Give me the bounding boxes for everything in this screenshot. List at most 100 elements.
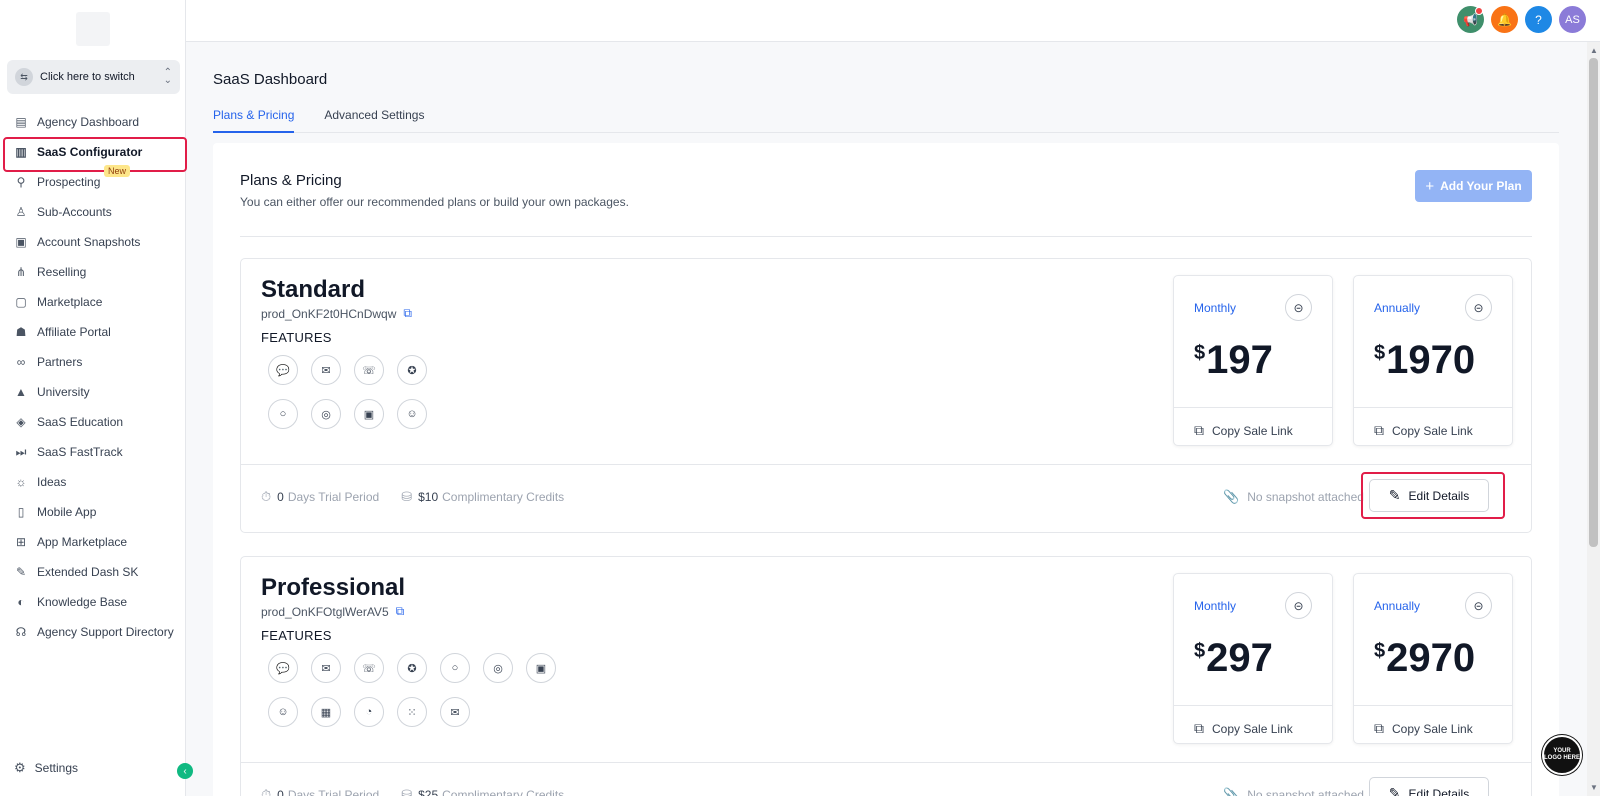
user-icon: ♙ <box>15 205 27 219</box>
sidebar-item-partners[interactable]: ∞ Partners <box>0 347 186 377</box>
lightbulb-icon: ☼ <box>15 475 27 489</box>
widget-logo-text: YOUR LOGO HERE <box>1544 748 1581 761</box>
credits-value: $10 <box>418 490 439 504</box>
mail-icon[interactable]: ✉ <box>440 697 470 727</box>
sidebar-item-mobile-app[interactable]: ▯ Mobile App <box>0 497 186 527</box>
screen-chat-icon[interactable]: ▣ <box>526 653 556 683</box>
sidebar-item-label: Agency Dashboard <box>37 115 140 129</box>
link-icon[interactable]: ⊝ <box>1285 294 1312 321</box>
sidebar-item-ideas[interactable]: ☼ Ideas <box>0 467 186 497</box>
scroll-thumb[interactable] <box>1589 58 1598 547</box>
copy-sale-link-button[interactable]: ⧉ Copy Sale Link <box>1374 720 1473 737</box>
snapshot-status: 📎 No snapshot attached <box>1223 787 1364 796</box>
sidebar-item-label: Marketplace <box>37 295 103 309</box>
sidebar-item-university[interactable]: ▲ University <box>0 377 186 407</box>
notifications-button[interactable]: 🔔 <box>1491 6 1518 33</box>
phone-chat-icon[interactable]: ☏ <box>354 653 384 683</box>
agency-logo[interactable] <box>76 12 110 46</box>
review-icon[interactable]: ☺ <box>397 399 427 429</box>
sidebar-item-account-snapshots[interactable]: ▣ Account Snapshots <box>0 227 186 257</box>
link-icon[interactable]: ⊝ <box>1465 294 1492 321</box>
scroll-down-icon[interactable]: ▼ <box>1590 783 1598 792</box>
currency: $ <box>1194 640 1206 662</box>
message-icon[interactable]: ✉ <box>311 653 341 683</box>
copy-icon: ⧉ <box>1374 720 1384 736</box>
sidebar-item-agency-dashboard[interactable]: ▤ Agency Dashboard <box>0 107 186 137</box>
sidebar-item-saas-education[interactable]: ◈ SaaS Education <box>0 407 186 437</box>
sidebar-item-saas-configurator[interactable]: ▥ SaaS Configurator <box>0 137 187 172</box>
sidebar-item-sub-accounts[interactable]: ♙ Sub-Accounts <box>0 197 186 227</box>
sidebar-item-extended-dash-sk[interactable]: ✎ Extended Dash SK <box>0 557 186 587</box>
scrollbar[interactable]: ▲ ▼ <box>1587 42 1600 796</box>
switcher-label: Click here to switch <box>40 71 135 83</box>
sidebar-item-affiliate-portal[interactable]: ☗ Affiliate Portal <box>0 317 186 347</box>
trial-label: Days Trial Period <box>287 490 380 504</box>
copy-sale-link-button[interactable]: ⧉ Copy Sale Link <box>1374 422 1473 439</box>
target-icon[interactable]: ◎ <box>311 399 341 429</box>
announcements-button[interactable]: 📢 <box>1457 6 1484 33</box>
switch-icon: ⇆ <box>15 68 33 86</box>
comment-icon[interactable]: ○ <box>268 399 298 429</box>
add-plan-button[interactable]: + Add Your Plan <box>1415 170 1532 202</box>
comment-icon[interactable]: ○ <box>440 653 470 683</box>
copy-sale-link-button[interactable]: ⧉ Copy Sale Link <box>1194 720 1293 737</box>
screen-chat-icon[interactable]: ▣ <box>354 399 384 429</box>
help-icon: ? <box>1535 12 1542 27</box>
avatar[interactable]: AS <box>1559 6 1586 33</box>
chevron-left-icon: ‹ <box>183 765 187 777</box>
sidebar-item-label: Account Snapshots <box>37 235 141 249</box>
sidebar-item-label: Reselling <box>37 265 87 279</box>
sidebar-nav: ▤ Agency Dashboard ▥ SaaS Configurator ⚲ Pr… <box>0 107 187 647</box>
help-button[interactable]: ? <box>1525 6 1552 33</box>
review-icon[interactable]: ☺ <box>268 697 298 727</box>
chat-widget-button[interactable]: YOUR LOGO HERE <box>1542 735 1582 775</box>
top-bar: 📢 🔔 ? AS <box>186 0 1600 42</box>
copy-sale-link-button[interactable]: ⧉ Copy Sale Link <box>1194 422 1293 439</box>
add-plan-label: Add Your Plan <box>1440 179 1522 193</box>
price-value: 197 <box>1206 338 1273 382</box>
currency: $ <box>1194 342 1206 364</box>
tab-advanced-settings[interactable]: Advanced Settings <box>324 106 424 133</box>
sidebar-item-label: App Marketplace <box>37 535 128 549</box>
plus-icon: + <box>1425 177 1435 195</box>
price: $1970 <box>1374 338 1475 383</box>
calendar-icon[interactable]: ▦ <box>311 697 341 727</box>
chat-icon[interactable]: 💬 <box>268 653 298 683</box>
copy-icon[interactable]: ⧉ <box>403 306 412 321</box>
account-switcher[interactable]: ⇆ Click here to switch ⌃ ⌄ <box>7 60 180 94</box>
award-icon[interactable]: ✪ <box>397 355 427 385</box>
currency: $ <box>1374 640 1386 662</box>
link-icon[interactable]: ⊝ <box>1285 592 1312 619</box>
sidebar-item-agency-support-directory[interactable]: ☊ Agency Support Directory <box>0 617 186 647</box>
edit-details-button[interactable]: ✎ Edit Details <box>1369 479 1489 512</box>
sidebar-item-prospecting[interactable]: ⚲ Prospecting New <box>0 165 186 197</box>
pie-chart-icon[interactable]: ◔ <box>354 697 384 727</box>
tab-plans-pricing[interactable]: Plans & Pricing <box>213 106 295 133</box>
sidebar-item-reselling[interactable]: ⋔ Reselling <box>0 257 186 287</box>
scroll-up-icon[interactable]: ▲ <box>1590 46 1598 55</box>
price-value: 2970 <box>1386 636 1476 680</box>
chevron-updown-icon: ⌃ ⌄ <box>163 67 172 86</box>
sidebar-item-knowledge-base[interactable]: ◐ Knowledge Base <box>0 587 186 617</box>
sidebar-item-app-marketplace[interactable]: ⊞ App Marketplace <box>0 527 186 557</box>
sidebar-item-saas-fasttrack[interactable]: ⏭ SaaS FastTrack <box>0 437 186 467</box>
plans-panel: Plans & Pricing You can either offer our… <box>213 143 1559 796</box>
sidebar-item-label: SaaS Configurator <box>37 145 143 159</box>
copy-icon[interactable]: ⧉ <box>396 604 405 619</box>
grid-icon: ⊞ <box>15 535 27 549</box>
collapse-sidebar-button[interactable]: ‹ <box>177 763 193 779</box>
workflow-icon[interactable]: ⁙ <box>397 697 427 727</box>
message-icon[interactable]: ✉ <box>311 355 341 385</box>
divider <box>1174 705 1332 706</box>
target-icon[interactable]: ◎ <box>483 653 513 683</box>
edit-details-button[interactable]: ✎ Edit Details <box>1369 777 1489 796</box>
link-icon[interactable]: ⊝ <box>1465 592 1492 619</box>
plan-product-id: prod_OnKFOtglWerAV5 ⧉ <box>261 604 404 619</box>
sidebar-item-marketplace[interactable]: ▢ Marketplace <box>0 287 186 317</box>
sidebar-item-settings[interactable]: ⚙ Settings <box>14 760 78 776</box>
phone-chat-icon[interactable]: ☏ <box>354 355 384 385</box>
divider <box>1354 407 1512 408</box>
chat-icon[interactable]: 💬 <box>268 355 298 385</box>
copy-sale-link-label: Copy Sale Link <box>1392 721 1473 736</box>
award-icon[interactable]: ✪ <box>397 653 427 683</box>
